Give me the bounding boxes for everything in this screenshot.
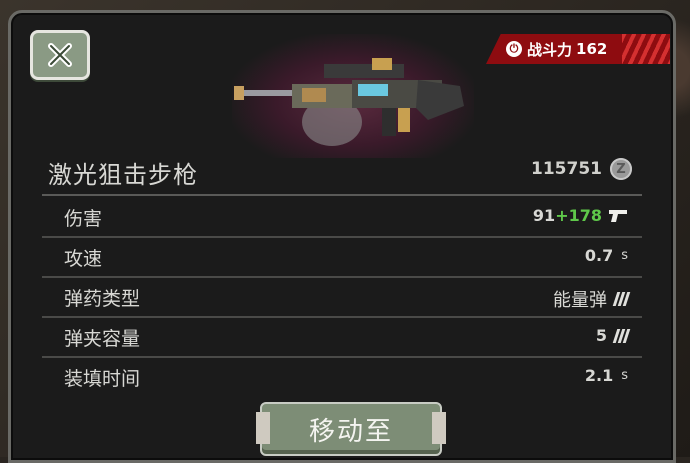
move-to-label: 移动至 bbox=[308, 416, 393, 447]
ammo-type-value: 能量弹 bbox=[553, 290, 607, 311]
attack-speed-value: 0.7 bbox=[584, 246, 614, 265]
combat-power-badge: ⏻ 战斗力 162 bbox=[486, 34, 670, 64]
tape-decoration bbox=[256, 412, 270, 444]
stat-row-magazine: 弹夹容量 5 bbox=[42, 318, 642, 358]
reload-value: 2.1 bbox=[584, 366, 614, 385]
tape-decoration bbox=[432, 412, 446, 444]
damage-base: 91 bbox=[532, 206, 556, 225]
stat-row-damage: 伤害 91 +178 bbox=[42, 198, 642, 238]
close-button[interactable] bbox=[30, 30, 90, 80]
stat-label: 伤害 bbox=[64, 208, 103, 230]
stat-label: 弹药类型 bbox=[64, 288, 141, 310]
stat-value: 91 +178 bbox=[533, 206, 628, 225]
stat-row-reload: 装填时间 2.1 s bbox=[42, 358, 642, 396]
coin-z-icon: Z bbox=[610, 158, 632, 180]
damage-bonus: +178 bbox=[555, 206, 602, 225]
stat-value: 2.1 s bbox=[585, 366, 628, 385]
power-symbol-icon: ⏻ bbox=[506, 41, 522, 57]
stat-label: 弹夹容量 bbox=[64, 328, 141, 350]
magazine-value: 5 bbox=[595, 326, 607, 345]
stat-value: 5 bbox=[595, 326, 631, 345]
price-value: 115751 bbox=[531, 159, 602, 179]
move-to-button[interactable]: 移动至 bbox=[256, 402, 446, 456]
weapon-name: 激光狙击步枪 bbox=[48, 161, 198, 189]
stat-value: 0.7 s bbox=[585, 246, 628, 265]
close-x-icon bbox=[48, 43, 72, 67]
ammo-icon bbox=[612, 292, 631, 306]
weapon-image bbox=[232, 34, 474, 158]
stat-value: 能量弹 bbox=[553, 286, 631, 312]
divider bbox=[42, 194, 642, 196]
pistol-icon bbox=[609, 209, 627, 222]
combat-power-value: 162 bbox=[576, 40, 608, 58]
weapon-price: 115751 Z bbox=[531, 158, 632, 180]
ammo-icon bbox=[612, 328, 631, 343]
stat-row-attack-speed: 攻速 0.7 s bbox=[42, 238, 642, 278]
combat-power-label: 战斗力 bbox=[527, 40, 573, 59]
unit: s bbox=[621, 368, 628, 383]
unit: s bbox=[621, 248, 628, 263]
sniper-rifle-icon bbox=[234, 58, 464, 146]
stat-row-ammo-type: 弹药类型 能量弹 bbox=[42, 278, 642, 318]
badge-stripes bbox=[622, 34, 670, 64]
stat-label: 装填时间 bbox=[64, 368, 141, 390]
stat-label: 攻速 bbox=[64, 248, 103, 270]
